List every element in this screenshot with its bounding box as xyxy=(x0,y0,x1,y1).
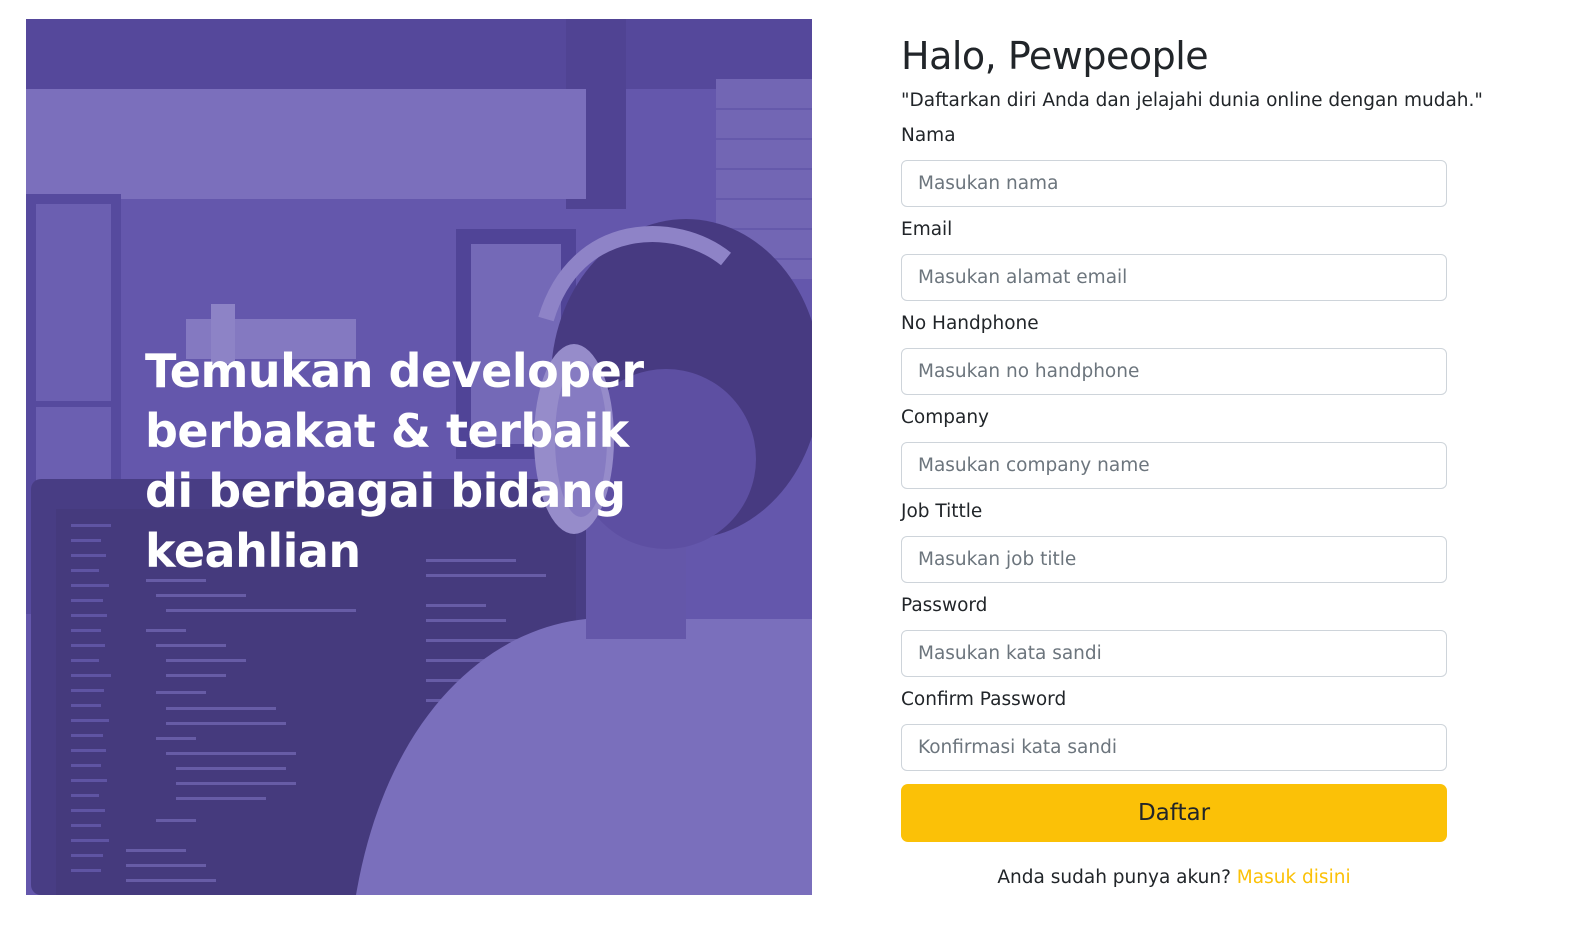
confirm-password-input[interactable] xyxy=(901,724,1447,771)
job-title-input[interactable] xyxy=(901,536,1447,583)
register-button[interactable]: Daftar xyxy=(901,784,1447,842)
confirm-password-label: Confirm Password xyxy=(901,689,1067,710)
login-link[interactable]: Masuk disini xyxy=(1237,867,1351,888)
email-input[interactable] xyxy=(901,254,1447,301)
register-page: Temukan developer berbakat & terbaik di … xyxy=(0,0,1585,927)
company-label: Company xyxy=(901,407,990,428)
login-prompt-text: Anda sudah punya akun? xyxy=(997,867,1231,888)
company-input[interactable] xyxy=(901,442,1447,489)
register-form: Halo, Pewpeople "Daftarkan diri Anda dan… xyxy=(901,30,1483,888)
login-prompt: Anda sudah punya akun? Masuk disini xyxy=(901,867,1447,888)
password-input[interactable] xyxy=(901,630,1447,677)
page-subtitle: "Daftarkan diri Anda dan jelajahi dunia … xyxy=(901,90,1483,111)
hero-title: Temukan developer berbakat & terbaik di … xyxy=(145,344,644,578)
job-title-label: Job Tittle xyxy=(901,501,983,522)
hero-image: Temukan developer berbakat & terbaik di … xyxy=(26,19,812,895)
name-label: Nama xyxy=(901,125,956,146)
phone-input[interactable] xyxy=(901,348,1447,395)
phone-label: No Handphone xyxy=(901,313,1039,334)
name-input[interactable] xyxy=(901,160,1447,207)
password-label: Password xyxy=(901,595,988,616)
email-label: Email xyxy=(901,219,953,240)
page-title: Halo, Pewpeople xyxy=(901,34,1209,78)
